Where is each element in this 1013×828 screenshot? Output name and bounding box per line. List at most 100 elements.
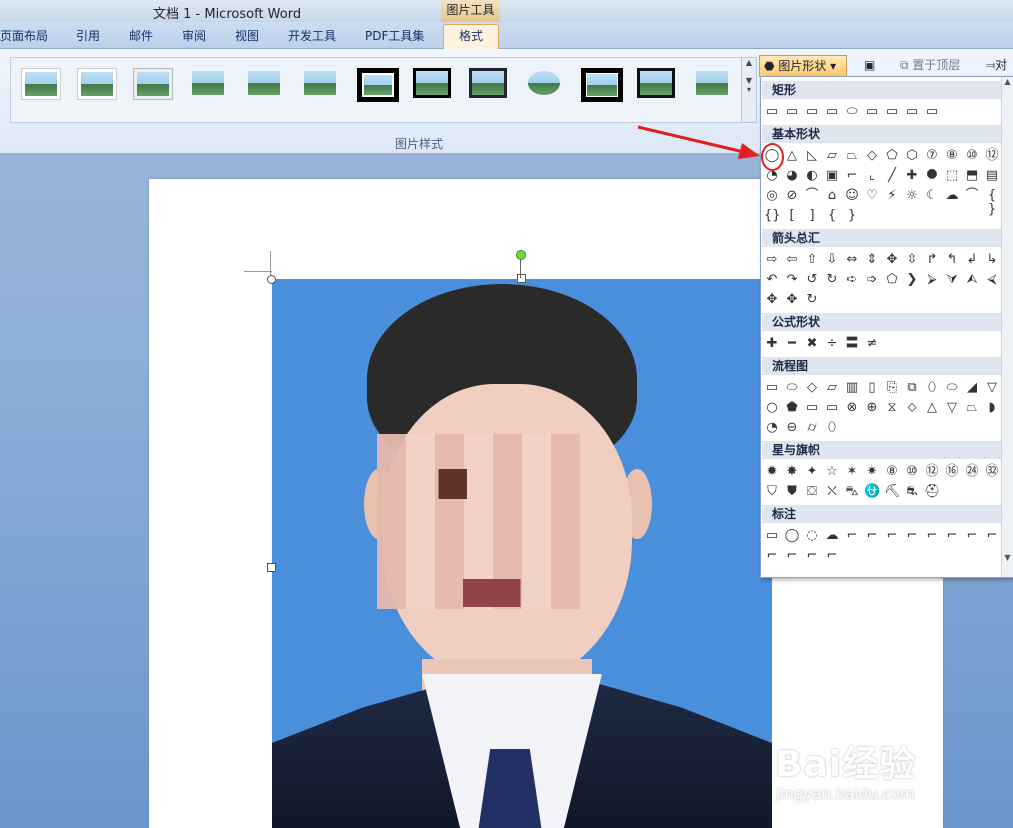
- shape-option[interactable]: ⇧: [804, 253, 820, 267]
- shape-option[interactable]: ⇕: [864, 253, 880, 267]
- shape-option[interactable]: ↶: [764, 273, 780, 287]
- shape-option[interactable]: ☾: [924, 189, 940, 203]
- shape-option[interactable]: ↳: [984, 253, 1000, 267]
- shape-option[interactable]: ▱: [824, 149, 840, 163]
- style-thumb[interactable]: [693, 68, 731, 98]
- shape-option[interactable]: ⑯: [944, 465, 960, 479]
- shape-option[interactable]: ✦: [804, 465, 820, 479]
- shape-option[interactable]: ⇦: [784, 253, 800, 267]
- shape-option[interactable]: ✸: [784, 465, 800, 479]
- shape-option[interactable]: ↻: [804, 293, 820, 307]
- shape-option[interactable]: ⑧: [884, 465, 900, 479]
- shape-option[interactable]: ⬠: [884, 149, 900, 163]
- shape-option[interactable]: {: [824, 209, 840, 223]
- shape-option[interactable]: ☺: [844, 189, 860, 203]
- shape-option[interactable]: ☁: [824, 529, 840, 543]
- shape-option[interactable]: ⮛: [944, 273, 960, 287]
- shape-option[interactable]: ❯: [904, 273, 920, 287]
- shape-option[interactable]: ÷: [824, 337, 840, 351]
- shape-option[interactable]: ━: [784, 337, 800, 351]
- shape-option[interactable]: ✷: [864, 465, 880, 479]
- style-thumb[interactable]: [133, 68, 173, 100]
- shape-option[interactable]: { }: [984, 189, 1000, 217]
- shape-option[interactable]: ➩: [864, 273, 880, 287]
- shape-option[interactable]: ▭: [824, 105, 840, 119]
- shape-option[interactable]: ⌂: [824, 189, 840, 203]
- shape-option[interactable]: ◇: [804, 381, 820, 395]
- gallery-scroll[interactable]: ▲ ▼ ▾: [741, 57, 757, 123]
- shape-option[interactable]: }: [844, 209, 860, 223]
- style-thumb[interactable]: [245, 68, 283, 98]
- shape-option[interactable]: ⑩: [964, 149, 980, 163]
- shape-option[interactable]: ✖: [804, 337, 820, 351]
- shape-option[interactable]: ⛋: [804, 485, 820, 499]
- shape-option[interactable]: ↱: [924, 253, 940, 267]
- dropdown-scrollbar[interactable]: ▲ ▼: [1001, 77, 1013, 577]
- shape-option[interactable]: ⮙: [964, 273, 980, 287]
- shape-option[interactable]: ☁: [944, 189, 960, 203]
- id-photo[interactable]: [272, 279, 772, 828]
- shape-option[interactable]: 〓: [844, 337, 860, 351]
- shape-option[interactable]: ◕: [784, 169, 800, 183]
- send-to-front-button[interactable]: ⧉ 置于顶层: [900, 55, 960, 75]
- shape-option[interactable]: ➪: [844, 273, 860, 287]
- shape-option[interactable]: △: [784, 149, 800, 163]
- align-button[interactable]: ⫤对: [986, 55, 1007, 75]
- shape-option[interactable]: ☆: [824, 465, 840, 479]
- shape-option[interactable]: ⑩: [904, 465, 920, 479]
- tab-pdf-tools[interactable]: PDF工具集: [365, 27, 424, 44]
- shape-option[interactable]: ⌐: [764, 549, 780, 563]
- shape-option[interactable]: ⛑: [924, 485, 941, 499]
- shape-option[interactable]: ▭: [804, 401, 820, 415]
- shape-option[interactable]: ⑦: [924, 149, 940, 163]
- shape-option[interactable]: ◢: [964, 381, 980, 395]
- shape-option[interactable]: ⌭: [804, 421, 820, 435]
- shape-option[interactable]: ▭: [804, 105, 820, 119]
- shape-option[interactable]: ⇔: [844, 253, 860, 267]
- shape-option[interactable]: ▤: [984, 169, 1000, 183]
- shape-option[interactable]: ✚: [764, 337, 780, 351]
- shape-option[interactable]: ⚡: [884, 189, 900, 203]
- shape-option[interactable]: ↷: [784, 273, 800, 287]
- shape-option[interactable]: ▭: [884, 105, 900, 119]
- shape-option[interactable]: △: [924, 401, 940, 415]
- shape-option[interactable]: ▭: [764, 529, 780, 543]
- shape-option[interactable]: ⬚: [944, 169, 960, 183]
- shape-option[interactable]: ▭: [764, 381, 780, 395]
- shape-option[interactable]: ⮘: [984, 273, 1000, 287]
- style-thumb[interactable]: [637, 68, 675, 98]
- shape-option[interactable]: ⇨: [764, 253, 780, 267]
- shape-option[interactable]: ◔: [764, 421, 780, 435]
- tab-mailings[interactable]: 邮件: [129, 27, 153, 44]
- style-thumb[interactable]: [77, 68, 117, 100]
- shape-option[interactable]: ◎: [764, 189, 780, 203]
- shape-option[interactable]: ⬡: [904, 149, 920, 163]
- shape-option[interactable]: ⌐: [844, 169, 860, 183]
- style-thumb[interactable]: [469, 68, 507, 98]
- style-thumb[interactable]: [581, 68, 623, 102]
- style-thumb[interactable]: [413, 68, 451, 98]
- shape-option[interactable]: ↲: [964, 253, 980, 267]
- shape-option[interactable]: ◐: [804, 169, 820, 183]
- shape-option[interactable]: ⌐: [824, 549, 840, 563]
- shape-option[interactable]: [: [784, 209, 800, 223]
- shape-option[interactable]: ⌒: [964, 189, 980, 203]
- shape-option[interactable]: ✹: [764, 465, 780, 479]
- scroll-down-icon[interactable]: ▼: [1002, 553, 1013, 565]
- shape-option[interactable]: ⌐: [904, 529, 920, 543]
- shape-option[interactable]: ⛊: [784, 485, 800, 499]
- shape-option[interactable]: ▣: [824, 169, 840, 183]
- tab-developer[interactable]: 开发工具: [288, 27, 336, 44]
- shape-option[interactable]: ↺: [804, 273, 820, 287]
- style-thumb[interactable]: [189, 68, 227, 98]
- shape-option[interactable]: ⌐: [964, 529, 980, 543]
- shape-option[interactable]: ⌞: [864, 169, 880, 183]
- tab-format[interactable]: 格式: [443, 24, 499, 49]
- shape-option[interactable]: ◺: [804, 149, 820, 163]
- shape-option[interactable]: ⬠: [884, 273, 900, 287]
- shape-option[interactable]: ✶: [844, 465, 860, 479]
- shape-option[interactable]: ☼: [904, 189, 920, 203]
- shape-option[interactable]: ⮚: [924, 273, 940, 287]
- shape-option[interactable]: ✥: [784, 293, 800, 307]
- shape-option[interactable]: ⌐: [944, 529, 960, 543]
